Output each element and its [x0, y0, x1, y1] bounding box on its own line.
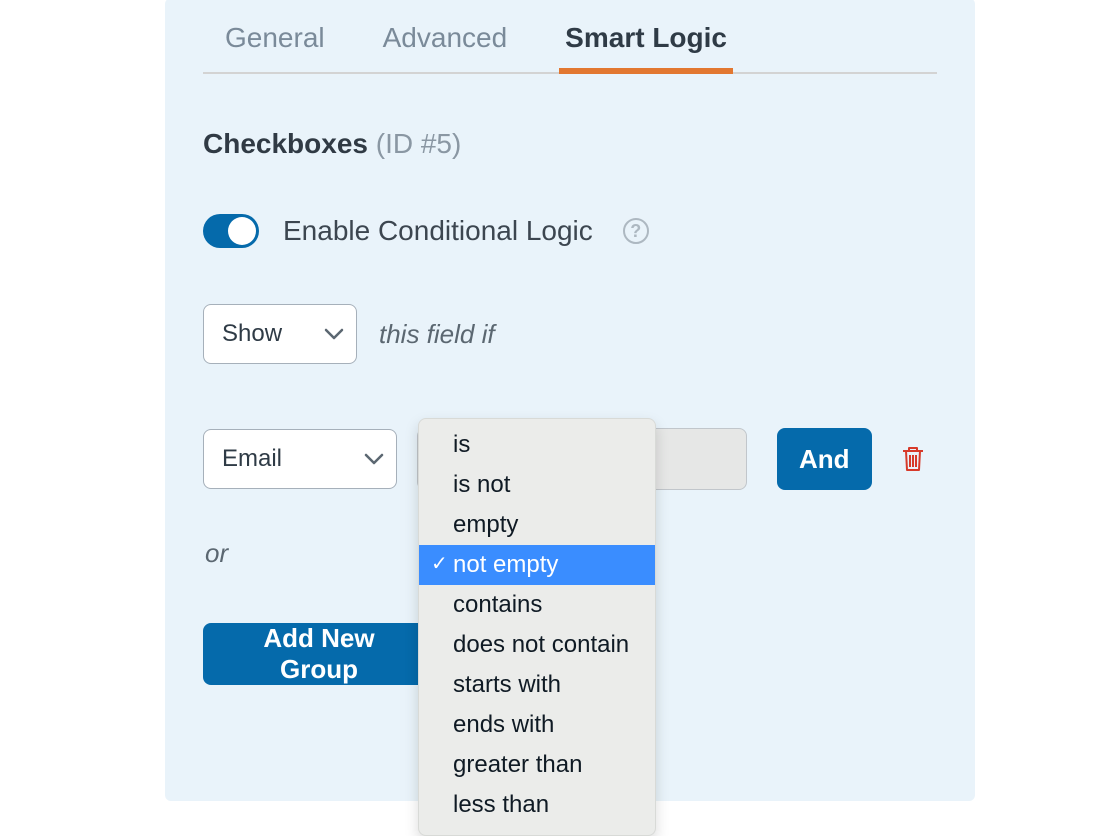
toggle-row: Enable Conditional Logic ?: [203, 214, 937, 248]
add-new-group-button[interactable]: Add New Group: [203, 623, 435, 685]
tab-advanced[interactable]: Advanced: [381, 18, 510, 72]
toggle-label: Enable Conditional Logic: [283, 215, 593, 247]
operator-option[interactable]: does not contain: [419, 625, 655, 665]
operator-option[interactable]: is not: [419, 465, 655, 505]
chevron-down-icon: [364, 452, 384, 466]
action-select-value: Show: [222, 320, 282, 348]
operator-option[interactable]: is: [419, 425, 655, 465]
tab-smart-logic[interactable]: Smart Logic: [563, 18, 729, 72]
action-row: Show this field if: [203, 304, 937, 364]
operator-option[interactable]: greater than: [419, 745, 655, 785]
operator-option[interactable]: contains: [419, 585, 655, 625]
tabs: General Advanced Smart Logic: [203, 0, 937, 74]
section-title: Checkboxes (ID #5): [203, 128, 937, 160]
operator-option[interactable]: empty: [419, 505, 655, 545]
action-select[interactable]: Show: [203, 304, 357, 364]
trash-icon[interactable]: [900, 444, 926, 474]
condition-row: Email And isis notemptynot emptycontains…: [203, 428, 937, 490]
enable-conditional-logic-toggle[interactable]: [203, 214, 259, 248]
condition-field-select[interactable]: Email: [203, 429, 397, 489]
action-suffix: this field if: [379, 319, 495, 350]
field-name: Checkboxes: [203, 128, 368, 159]
toggle-knob: [228, 217, 256, 245]
condition-field-value: Email: [222, 445, 282, 473]
operator-option[interactable]: less than: [419, 785, 655, 825]
field-id: (ID #5): [376, 128, 462, 159]
operator-option[interactable]: starts with: [419, 665, 655, 705]
chevron-down-icon: [324, 327, 344, 341]
tab-general[interactable]: General: [223, 18, 327, 72]
operator-option[interactable]: not empty: [419, 545, 655, 585]
operator-option[interactable]: ends with: [419, 705, 655, 745]
help-icon[interactable]: ?: [623, 218, 649, 244]
and-button[interactable]: And: [777, 428, 872, 490]
smart-logic-panel: General Advanced Smart Logic Checkboxes …: [165, 0, 975, 801]
operator-dropdown[interactable]: isis notemptynot emptycontainsdoes not c…: [418, 418, 656, 836]
